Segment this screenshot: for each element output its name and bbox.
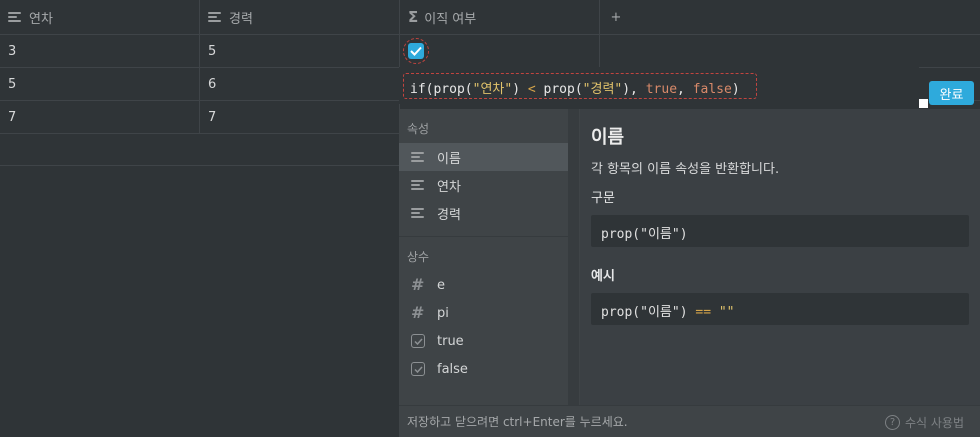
formula-token: )	[731, 82, 740, 97]
doc-title: 이름	[591, 127, 625, 148]
list-item-constant[interactable]: true	[399, 327, 568, 355]
formula-token: "연차"	[472, 82, 513, 97]
doc-pane: 이름 각 항목의 이름 속성을 반환합니다. 구문 prop("이름") 예시 …	[580, 109, 980, 405]
example-code-string: ""	[711, 305, 735, 320]
formula-input[interactable]: if(prop("연차") < prop("경력"), true, false)	[403, 73, 757, 99]
text-lines-icon	[208, 11, 222, 23]
column-header-turnover[interactable]: Σ 이직 여부	[400, 0, 600, 34]
table-cell-year[interactable]: 3	[0, 35, 200, 67]
example-code-part: prop("이름")	[601, 305, 696, 320]
doc-description: 각 항목의 이름 속성을 반환합니다.	[591, 162, 780, 177]
example-code-operator: ==	[695, 305, 712, 320]
divider	[399, 236, 568, 237]
list-item-label: 연차	[437, 179, 461, 195]
formula-token: )	[512, 82, 528, 97]
formula-token: prop(	[535, 82, 583, 97]
list-item-label: pi	[437, 305, 449, 321]
text-lines-icon	[411, 179, 425, 191]
table-cell-career[interactable]: 6	[200, 68, 400, 100]
formula-token: ,	[677, 82, 693, 97]
text-lines-icon	[411, 151, 425, 163]
column-header-label: 연차	[29, 11, 53, 27]
list-item-constant[interactable]: # pi	[399, 299, 568, 327]
table-empty-row[interactable]	[0, 134, 399, 166]
table-header: 연차 경력 Σ 이직 여부 +	[0, 0, 980, 35]
help-label: 수식 사용법	[904, 415, 964, 430]
text-lines-icon	[411, 207, 425, 219]
list-item-label: true	[437, 333, 464, 349]
syntax-label: 구문	[591, 191, 615, 206]
syntax-code: prop("이름")	[591, 215, 969, 247]
sigma-icon: Σ	[408, 7, 419, 26]
list-item-property[interactable]: 연차	[399, 171, 568, 199]
checkbox-icon	[411, 334, 425, 348]
hash-icon: #	[411, 275, 425, 294]
table-cell-turnover[interactable]	[400, 35, 600, 67]
formula-token: <	[527, 82, 536, 97]
app-root: 연차 경력 Σ 이직 여부 + 3 5 5 6 7 7 if(prop("연차"…	[0, 0, 980, 437]
list-item-label: 경력	[437, 207, 461, 223]
formula-token: if(prop(	[410, 82, 473, 97]
formula-token: true	[645, 82, 678, 97]
formula-token: ),	[622, 82, 646, 97]
example-label: 예시	[591, 269, 615, 284]
column-header-year[interactable]: 연차	[0, 0, 200, 34]
list-item-property[interactable]: 경력	[399, 199, 568, 227]
resize-handle[interactable]	[919, 99, 928, 108]
list-item-property[interactable]: 이름	[399, 143, 568, 171]
list-item-label: e	[437, 277, 445, 293]
column-header-label: 이직 여부	[424, 11, 477, 27]
footer-hint: 저장하고 닫으려면 ctrl+Enter를 누르세요.	[407, 415, 628, 429]
checkbox-checked-icon[interactable]	[408, 43, 424, 59]
list-item-label: 이름	[437, 151, 461, 167]
table-row: 3 5	[0, 35, 980, 68]
column-header-label: 경력	[229, 11, 253, 27]
list-item-constant[interactable]: # e	[399, 271, 568, 299]
formula-token: "경력"	[582, 82, 623, 97]
list-item-constant[interactable]: false	[399, 355, 568, 383]
table-cell-career[interactable]: 7	[200, 101, 400, 133]
done-button[interactable]: 완료	[929, 81, 974, 105]
table-cell-career[interactable]: 5	[200, 35, 400, 67]
hash-icon: #	[411, 303, 425, 322]
column-header-career[interactable]: 경력	[200, 0, 400, 34]
list-item-label: false	[437, 361, 468, 377]
panel-footer: 저장하고 닫으려면 ctrl+Enter를 누르세요. ? 수식 사용법	[399, 405, 980, 437]
example-code: prop("이름") == ""	[591, 293, 969, 325]
help-icon: ?	[884, 414, 900, 430]
scrollbar[interactable]	[569, 109, 579, 405]
formula-bar: if(prop("연차") < prop("경력"), true, false)	[399, 67, 919, 104]
table-cell-year[interactable]: 7	[0, 101, 200, 133]
section-label-properties: 속성	[407, 121, 430, 136]
add-column-button[interactable]: +	[600, 0, 632, 34]
reference-list: 속성 이름 연차 경력 상수 # e # pi true false	[399, 109, 569, 405]
formula-reference-panel: 속성 이름 연차 경력 상수 # e # pi true false 이름 각 …	[399, 109, 980, 437]
checkbox-icon	[411, 362, 425, 376]
section-label-constants: 상수	[407, 249, 430, 264]
formula-help-link[interactable]: ? 수식 사용법	[884, 406, 964, 437]
text-lines-icon	[8, 11, 22, 23]
formula-token: false	[692, 82, 732, 97]
table-cell-year[interactable]: 5	[0, 68, 200, 100]
